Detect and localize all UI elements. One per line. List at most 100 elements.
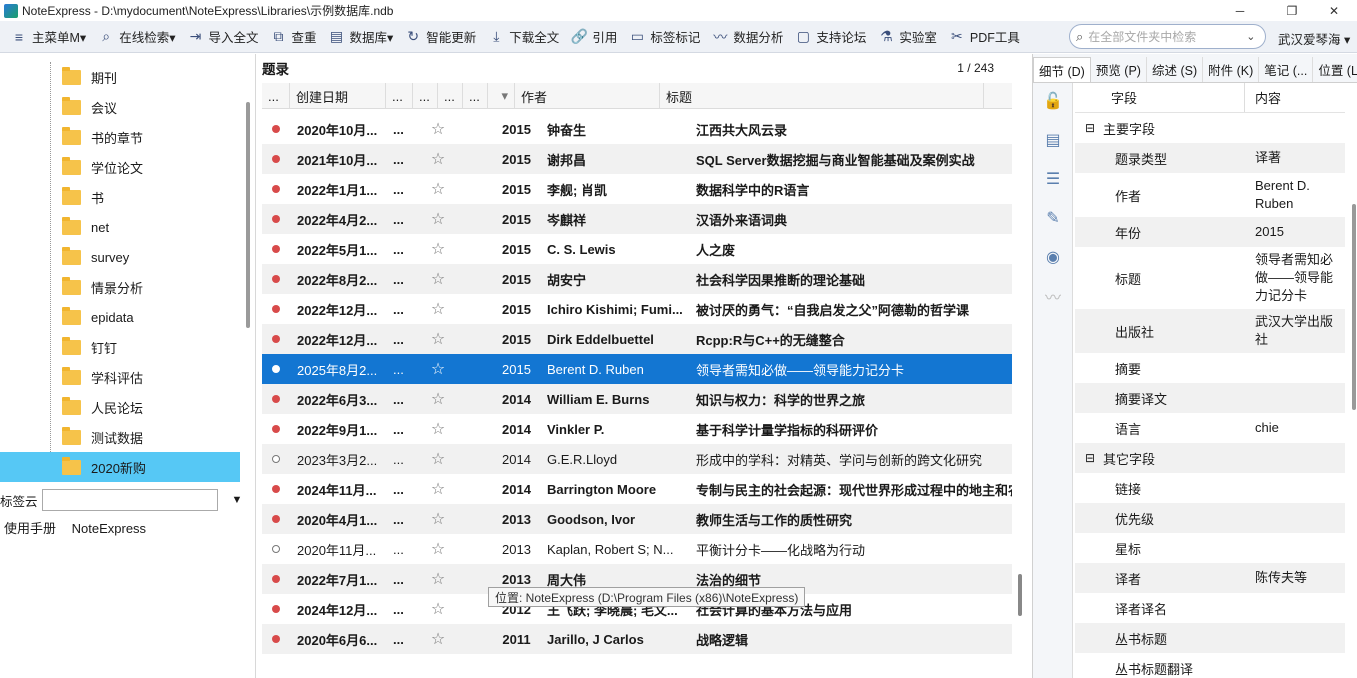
tag-mark-button[interactable]: ▭ 标签标记: [624, 24, 705, 50]
field-value[interactable]: [1245, 383, 1343, 413]
read-status-cell[interactable]: [262, 354, 290, 384]
main-menu-button[interactable]: ≡ 主菜单M▾: [6, 24, 91, 50]
star-icon[interactable]: ☆: [431, 539, 445, 559]
field-value[interactable]: [1245, 653, 1343, 678]
column-header-8[interactable]: 标题: [660, 83, 984, 109]
table-row[interactable]: 2022年8月2...... ☆ 2015 胡安宁 社会科学因果推断的理论基础: [262, 264, 1012, 294]
field-value[interactable]: Berent D. Ruben: [1245, 173, 1343, 217]
read-status-cell[interactable]: [262, 174, 290, 204]
folder-item[interactable]: 会议: [0, 92, 240, 122]
folder-item[interactable]: 2020新购: [0, 452, 240, 482]
field-value[interactable]: 武汉大学出版社: [1245, 309, 1343, 353]
document-icon[interactable]: ▤: [1043, 130, 1063, 150]
tag-link[interactable]: 使用手册: [4, 521, 56, 536]
field-value[interactable]: [1245, 353, 1343, 383]
online-search-button[interactable]: ⌕ 在线检索▾: [93, 24, 180, 50]
star-cell[interactable]: ☆: [413, 294, 463, 324]
star-icon[interactable]: ☆: [431, 449, 445, 469]
table-row[interactable]: 2022年1月1...... ☆ 2015 李舰; 肖凯 数据科学中的R语言: [262, 174, 1012, 204]
global-search-input[interactable]: [1088, 29, 1239, 44]
folder-item[interactable]: survey: [0, 242, 240, 272]
field-value[interactable]: chie: [1245, 413, 1343, 443]
read-status-cell[interactable]: [262, 504, 290, 534]
global-search-box[interactable]: ⌕ ⌄: [1069, 24, 1266, 49]
detail-scrollbar[interactable]: [1352, 204, 1356, 410]
field-row[interactable]: 作者 Berent D. Ruben: [1075, 173, 1345, 217]
forum-button[interactable]: ▢ 支持论坛: [790, 24, 871, 50]
close-button[interactable]: ✕: [1311, 0, 1357, 21]
folder-item[interactable]: 学位论文: [0, 152, 240, 182]
star-cell[interactable]: ☆: [413, 234, 463, 264]
star-cell[interactable]: ☆: [413, 534, 463, 564]
field-row[interactable]: 题录类型 译著: [1075, 143, 1345, 173]
field-value[interactable]: 陈传夫等: [1245, 563, 1343, 593]
read-status-cell[interactable]: [262, 114, 290, 144]
table-row[interactable]: 2023年3月2...... ☆ 2014 G.E.R.Lloyd 形成中的学科：对精英…: [262, 444, 1012, 474]
table-row[interactable]: 2020年10月...... ☆ 2015 钟奋生 江西共大风云录: [262, 114, 1012, 144]
column-header-4[interactable]: ...: [438, 83, 463, 109]
database-button[interactable]: ▤ 数据库▾: [324, 24, 399, 50]
read-status-cell[interactable]: [262, 624, 290, 654]
star-cell[interactable]: ☆: [413, 144, 463, 174]
collapse-icon[interactable]: ⊟: [1085, 121, 1097, 135]
folder-item[interactable]: 书的章节: [0, 122, 240, 152]
dedupe-button[interactable]: ⧉ 查重: [265, 24, 321, 50]
column-header-2[interactable]: ...: [386, 83, 413, 109]
read-status-cell[interactable]: [262, 264, 290, 294]
star-cell[interactable]: ☆: [413, 474, 463, 504]
chevron-down-icon[interactable]: ⌄: [1246, 30, 1255, 43]
column-header-6[interactable]: ▾: [488, 83, 515, 109]
folder-item[interactable]: 情景分析: [0, 272, 240, 302]
table-row[interactable]: 2022年5月1...... ☆ 2015 C. S. Lewis 人之废: [262, 234, 1012, 264]
field-row[interactable]: 摘要: [1075, 353, 1345, 383]
table-row[interactable]: 2020年11月...... ☆ 2013 Kaplan, Robert S; N..…: [262, 534, 1012, 564]
detail-tab-2[interactable]: 综述 (S): [1147, 57, 1204, 82]
star-cell[interactable]: ☆: [413, 624, 463, 654]
list-scrollbar[interactable]: [1018, 574, 1022, 616]
field-value[interactable]: [1245, 623, 1343, 653]
detail-tab-5[interactable]: 位置 (L): [1313, 57, 1357, 82]
star-icon[interactable]: ☆: [431, 269, 445, 289]
column-header-0[interactable]: ...: [262, 83, 290, 109]
read-status-cell[interactable]: [262, 534, 290, 564]
table-row[interactable]: 2022年12月...... ☆ 2015 Dirk Eddelbuettel Rcpp…: [262, 324, 1012, 354]
detail-tab-0[interactable]: 细节 (D): [1033, 57, 1091, 82]
field-value[interactable]: [1245, 503, 1343, 533]
table-row[interactable]: 2025年8月2...... ☆ 2015 Berent D. Ruben 领导者需知必…: [262, 354, 1012, 384]
folder-item[interactable]: 学科评估: [0, 362, 240, 392]
field-row[interactable]: 年份 2015: [1075, 217, 1345, 247]
tagcloud-dropdown-icon[interactable]: ▼: [232, 494, 243, 506]
star-cell[interactable]: ☆: [413, 324, 463, 354]
read-status-cell[interactable]: [262, 324, 290, 354]
user-menu[interactable]: 武汉爱琴海 ▾: [1278, 29, 1350, 48]
table-row[interactable]: 2022年9月1...... ☆ 2014 Vinkler P. 基于科学计量学指标的科…: [262, 414, 1012, 444]
star-icon[interactable]: ☆: [431, 149, 445, 169]
field-row[interactable]: 出版社 武汉大学出版社: [1075, 309, 1345, 353]
read-status-cell[interactable]: [262, 414, 290, 444]
star-cell[interactable]: ☆: [413, 564, 463, 594]
field-value[interactable]: [1245, 473, 1343, 503]
download-fulltext-button[interactable]: ⤓ 下载全文: [483, 24, 564, 50]
edit-icon[interactable]: ✎: [1043, 208, 1063, 228]
star-cell[interactable]: ☆: [413, 264, 463, 294]
field-row[interactable]: 标题 领导者需知必做——领导能力记分卡: [1075, 247, 1345, 309]
folder-item[interactable]: epidata: [0, 302, 240, 332]
column-header-5[interactable]: ...: [463, 83, 488, 109]
tag-link[interactable]: NoteExpress: [72, 521, 146, 536]
star-icon[interactable]: ☆: [431, 509, 445, 529]
star-cell[interactable]: ☆: [413, 414, 463, 444]
field-row[interactable]: 摘要译文: [1075, 383, 1345, 413]
folder-item[interactable]: 书: [0, 182, 240, 212]
folder-item[interactable]: 人民论坛: [0, 392, 240, 422]
field-value[interactable]: 领导者需知必做——领导能力记分卡: [1245, 247, 1343, 309]
lock-icon[interactable]: 🔓: [1043, 91, 1063, 111]
star-icon[interactable]: ☆: [431, 299, 445, 319]
star-cell[interactable]: ☆: [413, 384, 463, 414]
smart-update-button[interactable]: ↻ 智能更新: [400, 24, 481, 50]
notes-icon[interactable]: ☰: [1043, 169, 1063, 189]
star-icon[interactable]: ☆: [431, 479, 445, 499]
field-group-header[interactable]: ⊟ 主要字段: [1075, 113, 1345, 143]
star-icon[interactable]: ☆: [431, 209, 445, 229]
eye-icon[interactable]: ◉: [1043, 247, 1063, 267]
field-row[interactable]: 链接: [1075, 473, 1345, 503]
